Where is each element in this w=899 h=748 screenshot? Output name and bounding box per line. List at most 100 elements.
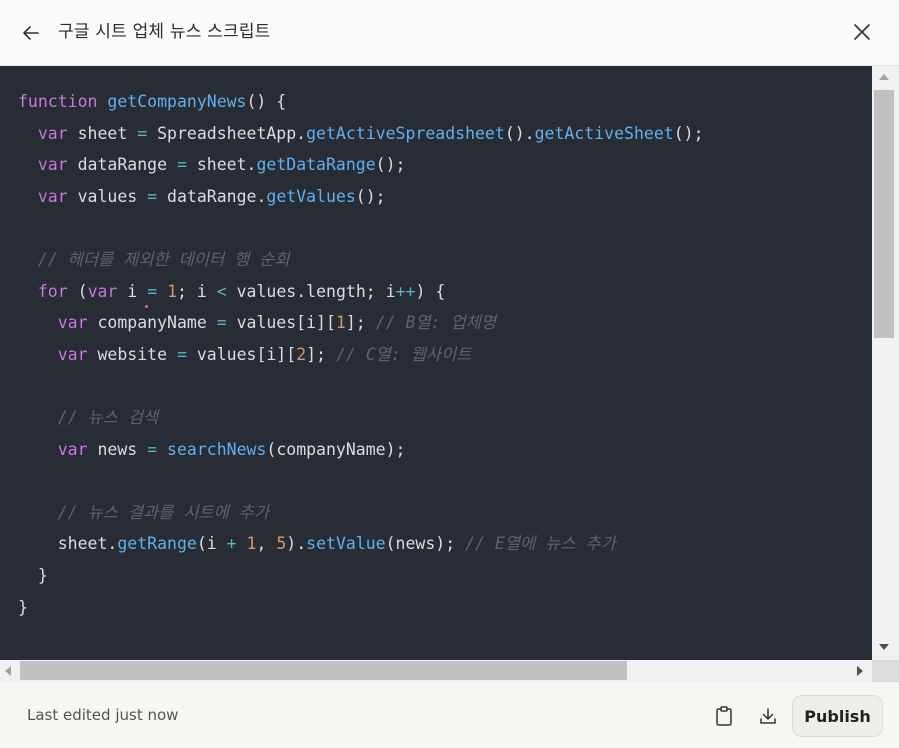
code-line: function getCompanyNews() { <box>18 86 704 118</box>
vertical-scrollbar[interactable] <box>872 66 899 660</box>
code-line: for (var i = 1; i < values.length; i++) … <box>18 276 704 308</box>
keyword-token: var <box>57 344 88 364</box>
keyword-token: var <box>37 123 68 143</box>
close-button[interactable] <box>847 17 877 47</box>
number-token: 1 <box>246 534 257 554</box>
code-token: (companyName); <box>266 439 406 459</box>
code-token: , <box>256 534 277 554</box>
copy-button[interactable] <box>710 702 738 730</box>
function-token: setValue <box>306 534 386 554</box>
code-line: sheet.getRange(i + 1, 5).setValue(news);… <box>18 528 704 560</box>
code-line: var dataRange = sheet.getDataRange(); <box>18 149 704 181</box>
keyword-token: var <box>57 313 88 333</box>
operator-token: = <box>176 344 187 364</box>
code-token: news <box>87 439 148 459</box>
operator-token: = <box>216 313 227 333</box>
horizontal-scroll-thumb[interactable] <box>20 661 627 680</box>
number-token: 1 <box>167 281 177 301</box>
code-token: companyName <box>87 313 217 333</box>
operator-token: = <box>137 123 148 143</box>
code-token: ) { <box>415 281 446 301</box>
code-token: i <box>117 281 148 301</box>
code-token: dataRange <box>67 155 177 175</box>
code-token: values.length; i <box>226 281 396 301</box>
code-token: ]; <box>345 313 376 333</box>
keyword-token: var <box>57 439 88 459</box>
function-token: getRange <box>117 534 197 554</box>
comment-token: // B열: 업체명 <box>375 313 496 333</box>
operator-token: = <box>176 155 187 175</box>
code-line: // 뉴스 결과를 시트에 추가 <box>18 497 704 529</box>
vertical-scroll-thumb[interactable] <box>874 90 894 338</box>
text-cursor-marker <box>145 305 148 308</box>
download-icon <box>760 708 776 724</box>
operator-token: + <box>226 534 237 554</box>
code-line: var companyName = values[i][1]; // B열: 업… <box>18 307 704 339</box>
code-token: } <box>18 565 48 585</box>
code-line: var sheet = SpreadsheetApp.getActiveSpre… <box>18 118 704 150</box>
code-line: // 헤더를 제외한 데이터 행 순회 <box>18 244 704 276</box>
code-token: (i <box>196 534 227 554</box>
code-token: (news); <box>385 534 466 554</box>
operator-token: ++ <box>395 281 416 301</box>
code-token: } <box>18 597 28 617</box>
scroll-up-arrow-icon[interactable] <box>879 74 889 80</box>
function-token: getDataRange <box>256 155 376 175</box>
publish-button[interactable]: Publish <box>792 695 883 737</box>
code-token: ). <box>286 534 307 554</box>
function-token: searchNews <box>167 439 267 459</box>
scroll-right-arrow-icon[interactable] <box>857 666 863 676</box>
code-line: var news = searchNews(companyName); <box>18 434 704 466</box>
code-editor[interactable]: function getCompanyNews() { var sheet = … <box>0 66 872 660</box>
keyword-token: function <box>18 92 98 111</box>
number-token: 1 <box>335 313 346 333</box>
code-token: sheet. <box>186 155 257 175</box>
code-token: sheet <box>67 123 138 143</box>
function-token: getActiveSheet <box>534 123 674 143</box>
arrow-left-icon <box>23 26 39 40</box>
comment-token: // 헤더를 제외한 데이터 행 순회 <box>37 249 290 269</box>
code-token: ]; <box>306 344 336 364</box>
keyword-token: var <box>37 186 68 206</box>
horizontal-scrollbar[interactable] <box>0 660 872 682</box>
code-block[interactable]: function getCompanyNews() { var sheet = … <box>18 86 704 623</box>
operator-token: = <box>147 186 158 206</box>
operator-token: = <box>147 281 158 301</box>
comment-token: // C열: 웹사이트 <box>335 344 472 364</box>
number-token: 2 <box>296 344 307 364</box>
keyword-token: for <box>37 281 68 301</box>
scroll-left-arrow-icon[interactable] <box>5 666 11 676</box>
code-token: SpreadsheetApp. <box>147 123 307 143</box>
keyword-token: var <box>87 281 118 301</box>
code-line: var website = values[i][2]; // C열: 웹사이트 <box>18 339 704 371</box>
code-token: dataRange. <box>157 186 267 206</box>
comment-token: // 뉴스 결과를 시트에 추가 <box>57 502 270 522</box>
code-token: ( <box>67 281 88 301</box>
scroll-down-arrow-icon[interactable] <box>879 644 889 650</box>
code-token: (); <box>355 186 386 206</box>
download-button[interactable] <box>754 702 782 730</box>
clipboard-icon <box>716 706 732 726</box>
code-line: } <box>18 560 704 592</box>
code-token: sheet. <box>18 534 118 554</box>
back-button[interactable] <box>16 18 46 48</box>
comment-token: // E열에 뉴스 추가 <box>465 534 616 554</box>
code-token: values <box>67 186 148 206</box>
code-line: } <box>18 592 704 624</box>
function-token: getCompanyNews <box>107 92 247 111</box>
code-token: (); <box>375 155 406 175</box>
code-token: (). <box>504 123 535 143</box>
code-token: ; i <box>177 281 217 301</box>
